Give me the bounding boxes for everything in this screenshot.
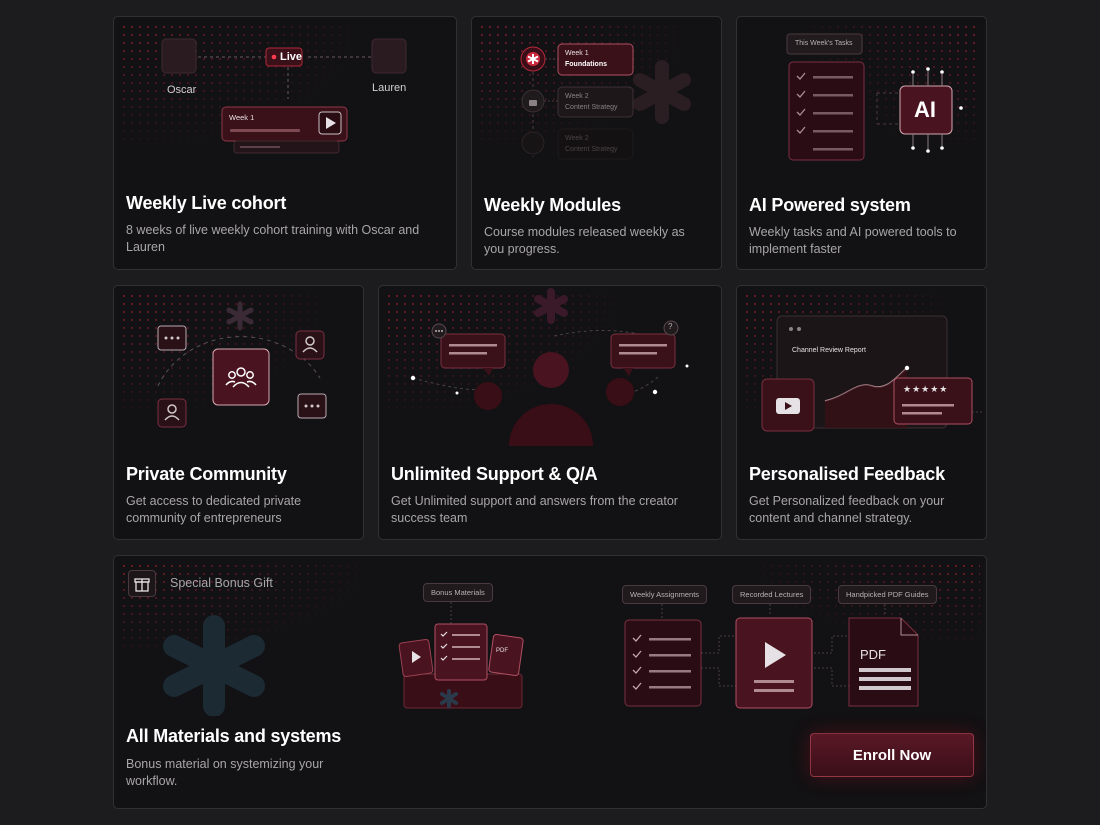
module-week-3: Week 2: [565, 135, 589, 142]
card-description: Get Personalized feedback on your conten…: [749, 494, 945, 525]
card-bonus-materials: Special Bonus Gift Bonus Materials Weekl…: [113, 555, 987, 809]
card-weekly-modules: Week 1 Foundations Week 2 Content Strate…: [471, 16, 722, 270]
module-topic-1: Foundations: [565, 61, 607, 68]
gift-icon: [134, 578, 150, 592]
card-private-community: Private Community Get access to dedicate…: [113, 285, 364, 540]
card-ai-powered-system: This Week's Tasks AI AI Powered system W…: [736, 16, 987, 270]
recorded-lectures-chip: Recorded Lectures: [732, 585, 812, 604]
cohort-illustration: [161, 38, 407, 154]
question-mark-icon: ?: [668, 322, 673, 331]
tasks-label: This Week's Tasks: [795, 40, 853, 47]
card-description: Bonus material on systemizing your workf…: [126, 757, 324, 788]
live-badge: Live: [280, 51, 303, 63]
card-description: Get Unlimited support and answers from t…: [391, 494, 678, 525]
bonus-badge-label: Special Bonus Gift: [170, 576, 273, 590]
pdf-guides-chip: Handpicked PDF Guides: [838, 585, 937, 604]
card-personalised-feedback: Channel Review Report ★★★★★ Personalised…: [736, 285, 987, 540]
card-title: Weekly Live cohort: [126, 193, 287, 213]
host-lauren-label: Lauren: [372, 82, 407, 94]
host-oscar-label: Oscar: [167, 84, 197, 96]
card-description: 8 weeks of live weekly cohort training w…: [126, 223, 420, 254]
card-title: Private Community: [126, 464, 287, 484]
channel-review-report-label: Channel Review Report: [792, 347, 866, 354]
card-title: Unlimited Support & Q/A: [391, 464, 598, 484]
modules-illustration: [520, 43, 691, 160]
card-title: Personalised Feedback: [749, 464, 945, 484]
enroll-now-button[interactable]: Enroll Now: [810, 733, 974, 777]
star-rating: ★★★★★: [903, 384, 949, 394]
weekly-assignments-chip: Weekly Assignments: [622, 585, 708, 604]
ai-illustration: [786, 33, 963, 161]
feedback-illustration: [761, 315, 983, 432]
bonus-materials-chip: Bonus Materials: [423, 583, 493, 602]
module-topic-3: Content Strategy: [565, 146, 618, 153]
module-week-2: Week 2: [565, 93, 589, 100]
card-unlimited-support: ? Unlimited Support & Q/A Get Unlimited …: [378, 285, 722, 540]
module-topic-2: Content Strategy: [565, 104, 618, 111]
card-title: AI Powered system: [749, 195, 911, 215]
pdf-file-label-large: PDF: [860, 647, 886, 662]
community-illustration: [157, 301, 327, 428]
card-weekly-live-cohort: Oscar Lauren Live Week 1 Weekly Live coh…: [113, 16, 457, 270]
card-title: All Materials and systems: [126, 726, 342, 746]
ai-chip-label: AI: [914, 97, 936, 122]
week-1-label: Week 1: [229, 113, 255, 122]
module-week-1: Week 1: [565, 50, 589, 57]
card-title: Weekly Modules: [484, 195, 621, 215]
pdf-file-label-small: PDF: [496, 648, 508, 654]
support-illustration: [410, 288, 689, 446]
card-description: Get access to dedicated private communit…: [126, 494, 302, 525]
card-description: Course modules released weekly as you pr…: [484, 225, 685, 256]
card-description: Weekly tasks and AI powered tools to imp…: [749, 225, 957, 256]
gift-badge-box: [128, 570, 156, 597]
